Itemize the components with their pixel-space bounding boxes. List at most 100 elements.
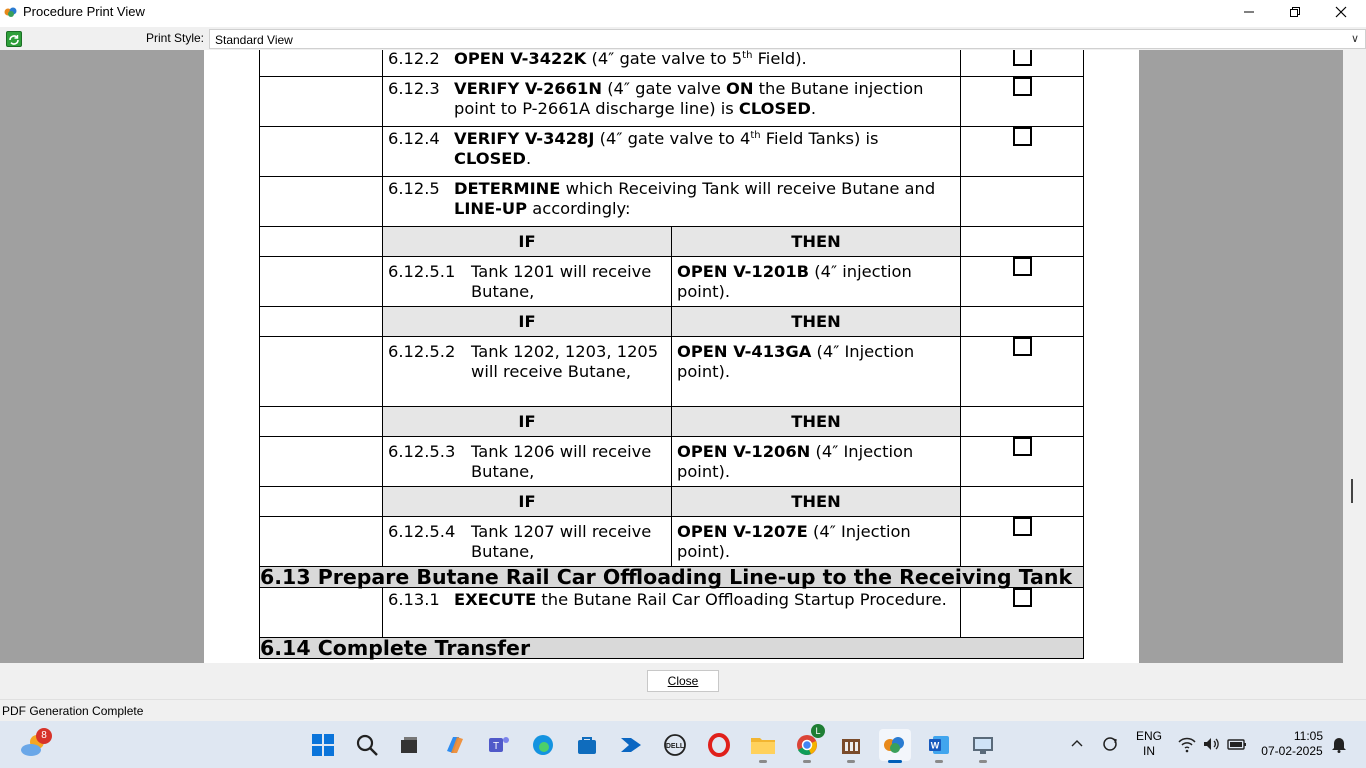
step-text: OPEN V-3422K (4″ gate valve to 5th Field… (454, 50, 807, 68)
weather-badge: 8 (36, 728, 52, 744)
refresh-button[interactable] (6, 31, 22, 47)
blank-cell (960, 406, 1084, 437)
blank-cell (259, 76, 383, 127)
volume-icon (1204, 738, 1219, 750)
taskbar-edge[interactable] (527, 729, 559, 761)
blank-cell (960, 226, 1084, 257)
status-bar: PDF Generation Complete (0, 699, 1366, 721)
step-checkbox[interactable] (1012, 50, 1032, 66)
button-bar: Close (0, 663, 1366, 699)
procedure-step-row: 6.12.3 VERIFY V-2661N (4″ gate valve ON t… (259, 76, 1084, 127)
then-header: THEN (671, 306, 961, 337)
close-button[interactable]: Close (647, 670, 719, 692)
notifications-button[interactable] (1330, 735, 1348, 757)
if-cell: 6.12.5.1 Tank 1201 will receive Butane, (382, 256, 672, 307)
taskbar-chrome[interactable]: L (791, 724, 825, 763)
check-cell (960, 516, 1084, 567)
if-then-header-row: IF THEN (259, 226, 1084, 257)
step-checkbox-cell (961, 257, 1083, 276)
taskbar-task-view[interactable] (393, 729, 425, 761)
procedure-app-icon (884, 737, 904, 753)
substep-number: 6.12.5.3 (388, 442, 456, 461)
taskbar-word[interactable]: W (923, 729, 955, 763)
region-code: IN (1143, 744, 1155, 758)
document-page: 6.12.2 OPEN V-3422K (4″ gate valve to 5th… (204, 50, 1139, 663)
if-cell: 6.12.5.3 Tank 1206 will receive Butane, (382, 436, 672, 487)
taskbar-copilot[interactable] (439, 729, 471, 761)
print-style-value: Standard View (215, 33, 293, 47)
procedure-step-row: 6.12.2 OPEN V-3422K (4″ gate valve to 5th… (259, 50, 1084, 77)
then-header: THEN (671, 406, 961, 437)
clock[interactable]: 11:05 07-02-2025 (1257, 729, 1327, 759)
step-checkbox-cell (961, 517, 1083, 536)
check-cell (960, 126, 1084, 177)
step-checkbox[interactable] (1012, 517, 1032, 536)
step-checkbox[interactable] (1012, 588, 1032, 607)
svg-text:T: T (493, 741, 499, 752)
blank-cell (259, 50, 383, 77)
close-window-button[interactable] (1318, 0, 1364, 24)
step-number: 6.12.4 (388, 129, 440, 148)
step-cell: 6.13.1 EXECUTE the Butane Rail Car Offloa… (382, 587, 961, 638)
step-checkbox[interactable] (1012, 337, 1032, 356)
step-checkbox-cell (961, 50, 1083, 66)
clock-date: 07-02-2025 (1261, 744, 1323, 758)
if-header: IF (382, 406, 672, 437)
restore-icon (1290, 7, 1300, 17)
procedure-step-row: 6.12.5 DETERMINE which Receiving Tank wil… (259, 176, 1084, 227)
vertical-scrollbar[interactable] (1343, 50, 1366, 663)
power-automate-icon (621, 738, 641, 752)
store-icon (578, 737, 596, 754)
taskbar-dell[interactable]: DELL (659, 729, 691, 761)
substep-number: 6.12.5.2 (388, 342, 456, 361)
notification-bell-icon (1332, 738, 1346, 753)
taskbar-teams[interactable]: T (483, 729, 515, 761)
sync-icon (1103, 737, 1117, 751)
taskbar-procedure-app[interactable] (879, 729, 911, 763)
step-checkbox[interactable] (1012, 437, 1032, 456)
then-cell: OPEN V-1207E (4″ Injection point). (671, 516, 961, 567)
taskbar-opera[interactable] (703, 729, 735, 761)
taskbar-store[interactable] (571, 729, 603, 761)
weather-widget[interactable]: 8 (17, 728, 52, 761)
step-checkbox[interactable] (1012, 127, 1032, 146)
battery-tray[interactable] (1226, 735, 1248, 757)
minimize-button[interactable] (1226, 0, 1272, 24)
clock-time: 11:05 (1293, 729, 1323, 743)
if-then-header-row: IF THEN (259, 486, 1084, 517)
window-title: Procedure Print View (23, 4, 145, 19)
taskbar-power-automate[interactable] (615, 729, 647, 761)
taskbar-app-building[interactable] (835, 729, 867, 763)
procedure-step-row: 6.13.1 EXECUTE the Butane Rail Car Offloa… (259, 587, 1084, 638)
step-checkbox-cell (961, 588, 1083, 607)
maximize-button[interactable] (1272, 0, 1318, 24)
edge-icon (533, 735, 553, 755)
blank-cell (259, 587, 383, 638)
if-cell: 6.12.5.2 Tank 1202, 1203, 1205 will recei… (382, 336, 672, 407)
scrollbar-thumb[interactable] (1351, 479, 1353, 503)
title-bar: Procedure Print View (0, 0, 1366, 24)
step-checkbox[interactable] (1012, 77, 1032, 96)
start-button[interactable] (307, 729, 339, 761)
blank-cell (960, 486, 1084, 517)
step-checkbox-cell (961, 77, 1083, 96)
taskbar-search[interactable] (351, 729, 383, 761)
volume-tray[interactable] (1201, 735, 1221, 757)
step-text: EXECUTE the Butane Rail Car Offloading S… (454, 590, 947, 609)
sync-tray[interactable] (1101, 735, 1121, 757)
step-checkbox[interactable] (1012, 257, 1032, 276)
blank-cell (259, 126, 383, 177)
taskbar-file-explorer[interactable] (747, 729, 779, 763)
language-indicator[interactable]: ENG IN (1134, 729, 1164, 759)
blank-cell (259, 176, 383, 227)
procedure-table: 6.12.2 OPEN V-3422K (4″ gate valve to 5th… (259, 50, 1084, 659)
svg-text:W: W (931, 741, 940, 751)
print-style-select[interactable]: Standard View ∨ (209, 29, 1366, 49)
if-text: Tank 1201 will receive Butane, (471, 262, 652, 301)
show-hidden-icons[interactable] (1070, 737, 1084, 752)
minimize-icon (1244, 11, 1254, 13)
taskbar-remote-app[interactable] (967, 729, 999, 763)
then-cell: OPEN V-413GA (4″ Injection point). (671, 336, 961, 407)
wifi-tray[interactable] (1177, 735, 1197, 757)
document-viewer[interactable]: 6.12.2 OPEN V-3422K (4″ gate valve to 5th… (0, 50, 1343, 663)
